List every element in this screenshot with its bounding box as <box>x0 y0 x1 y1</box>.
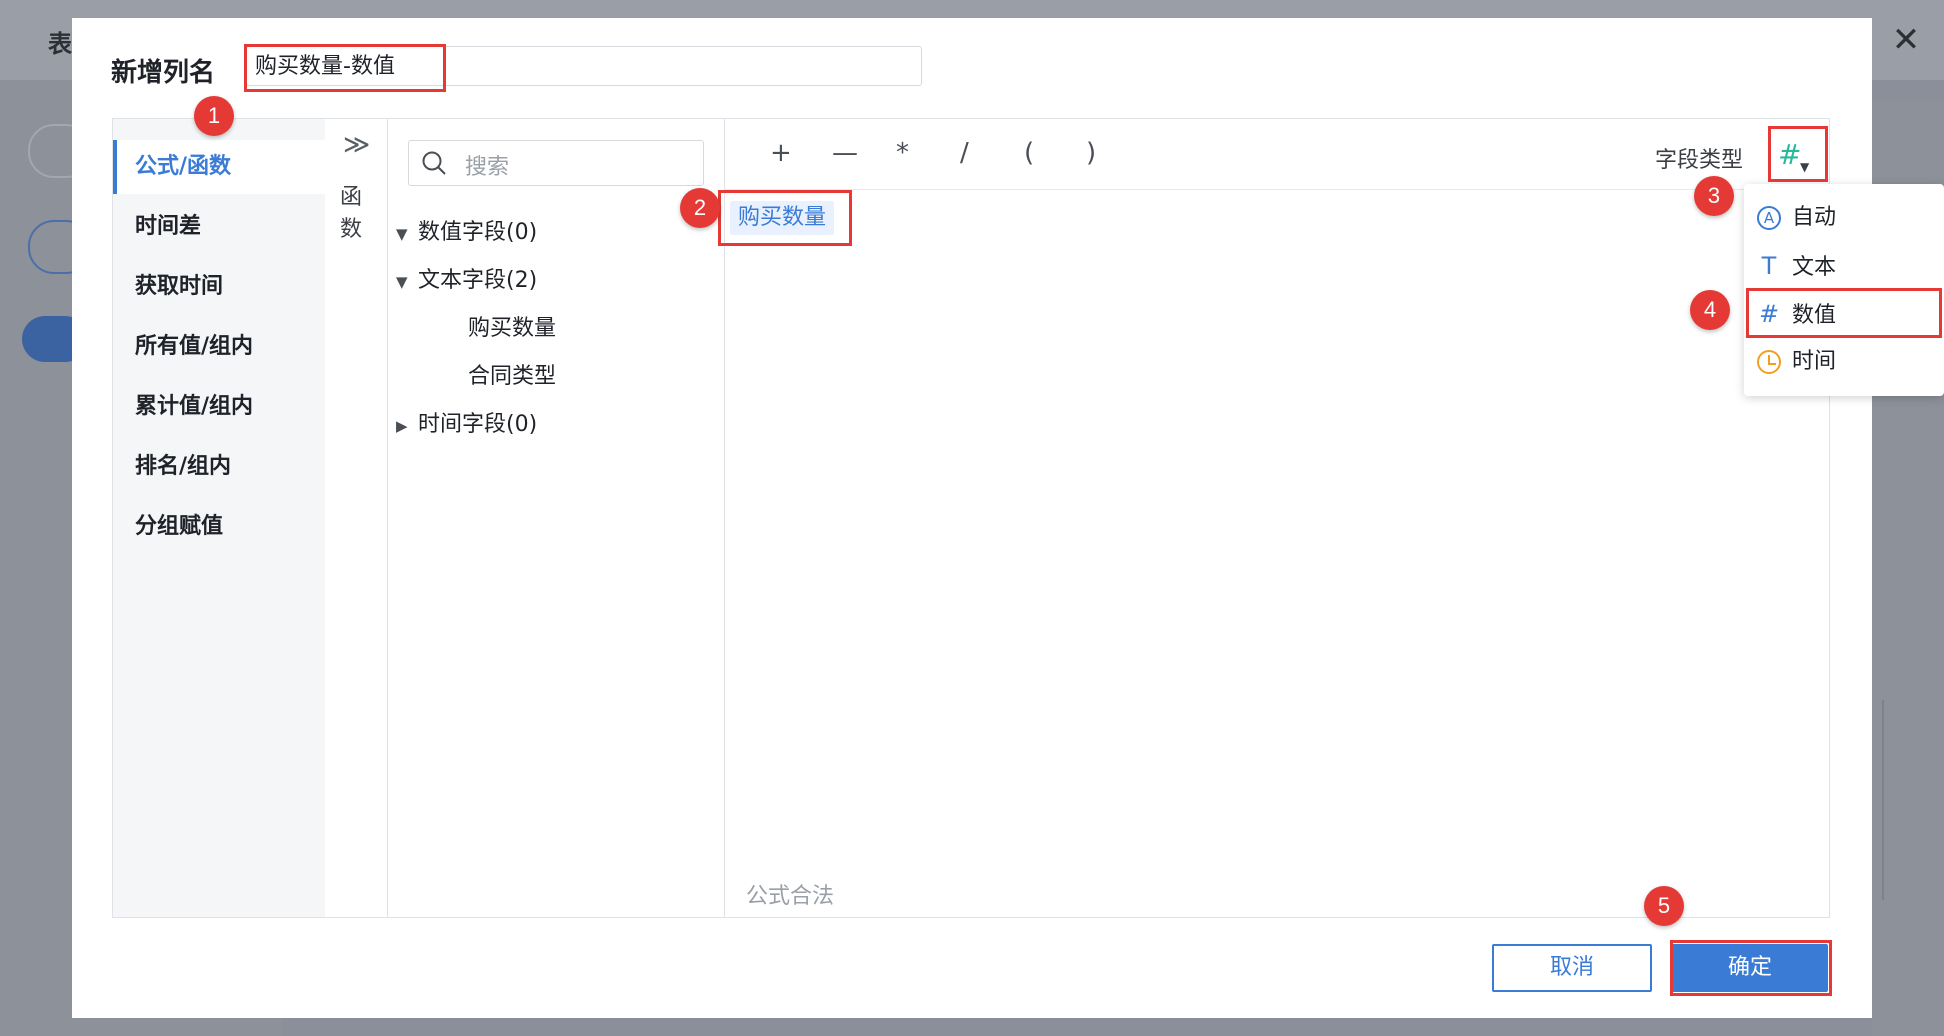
tree-field-item[interactable]: 购买数量 <box>468 310 556 342</box>
option-label: 文本 <box>1792 255 1837 280</box>
field-type-label: 字段类型 <box>1655 148 1744 173</box>
field-search-input[interactable] <box>408 140 704 186</box>
annotation-badge: 1 <box>194 96 234 136</box>
tree-node-label: 文本字段(2) <box>418 268 538 293</box>
category-cumulative-group[interactable]: 累计值/组内 <box>113 380 325 434</box>
tree-node-label: 时间字段(0) <box>418 412 538 437</box>
annotation-box-number-option <box>1746 288 1942 338</box>
text-type-icon: T <box>1761 252 1777 280</box>
category-group-assign[interactable]: 分组赋值 <box>113 500 325 554</box>
cancel-button[interactable]: 取消 <box>1492 944 1652 992</box>
formula-status: 公式合法 <box>746 884 835 909</box>
annotation-box-chip <box>718 190 852 246</box>
tree-field-item[interactable]: 合同类型 <box>468 358 556 390</box>
operator-right-paren-button[interactable]: ) <box>1086 138 1096 168</box>
category-get-time[interactable]: 获取时间 <box>113 260 325 314</box>
category-rank-group[interactable]: 排名/组内 <box>113 440 325 494</box>
annotation-badge: 3 <box>1694 176 1734 216</box>
category-all-values-group[interactable]: 所有值/组内 <box>113 320 325 374</box>
dialog-title: 新增列名 <box>111 58 216 88</box>
caret-right-icon: ▶ <box>396 417 408 435</box>
option-label: 自动 <box>1792 205 1837 230</box>
type-option-auto[interactable]: A 自动 <box>1744 194 1940 242</box>
expand-functions-icon[interactable]: ≫ <box>343 130 370 160</box>
annotation-box-confirm <box>1670 940 1832 996</box>
function-tab-char: 数 <box>340 217 363 242</box>
operator-divide-button[interactable]: / <box>960 138 969 168</box>
function-tab-char: 函 <box>340 185 363 210</box>
search-icon <box>422 151 446 175</box>
category-list: 公式/函数 时间差 获取时间 所有值/组内 累计值/组内 排名/组内 分组赋值 <box>113 119 325 917</box>
auto-icon: A <box>1757 206 1781 230</box>
clock-icon <box>1757 350 1781 374</box>
category-time-diff[interactable]: 时间差 <box>113 200 325 254</box>
search-placeholder: 搜索 <box>465 155 510 180</box>
tree-numeric-fields[interactable]: ▼ 数值字段(0) <box>396 214 537 246</box>
close-icon[interactable]: ✕ <box>1888 22 1924 58</box>
caret-down-icon: ▼ <box>396 273 408 291</box>
type-option-time[interactable]: 时间 <box>1744 338 1940 386</box>
type-option-text[interactable]: T 文本 <box>1744 242 1940 290</box>
tree-time-fields[interactable]: ▶ 时间字段(0) <box>396 406 537 438</box>
tree-node-label: 数值字段(0) <box>418 220 538 245</box>
annotation-box-type <box>1768 126 1828 182</box>
background-page-title: 表 <box>48 30 72 58</box>
operator-multiply-button[interactable]: * <box>896 138 909 168</box>
operator-plus-button[interactable]: + <box>770 138 792 168</box>
tree-text-fields[interactable]: ▼ 文本字段(2) <box>396 262 537 294</box>
caret-down-icon: ▼ <box>396 225 408 243</box>
operator-minus-button[interactable]: — <box>832 138 858 168</box>
option-label: 时间 <box>1792 349 1837 374</box>
function-tab-label[interactable]: 函 数 <box>340 182 364 246</box>
annotation-badge: 4 <box>1690 290 1730 330</box>
annotation-badge: 5 <box>1644 886 1684 926</box>
operator-left-paren-button[interactable]: ( <box>1024 138 1034 168</box>
category-formula-function[interactable]: 公式/函数 <box>113 140 325 194</box>
annotation-badge: 2 <box>680 188 720 228</box>
background-scrollbar <box>1882 700 1884 900</box>
annotation-box-name <box>244 44 446 92</box>
